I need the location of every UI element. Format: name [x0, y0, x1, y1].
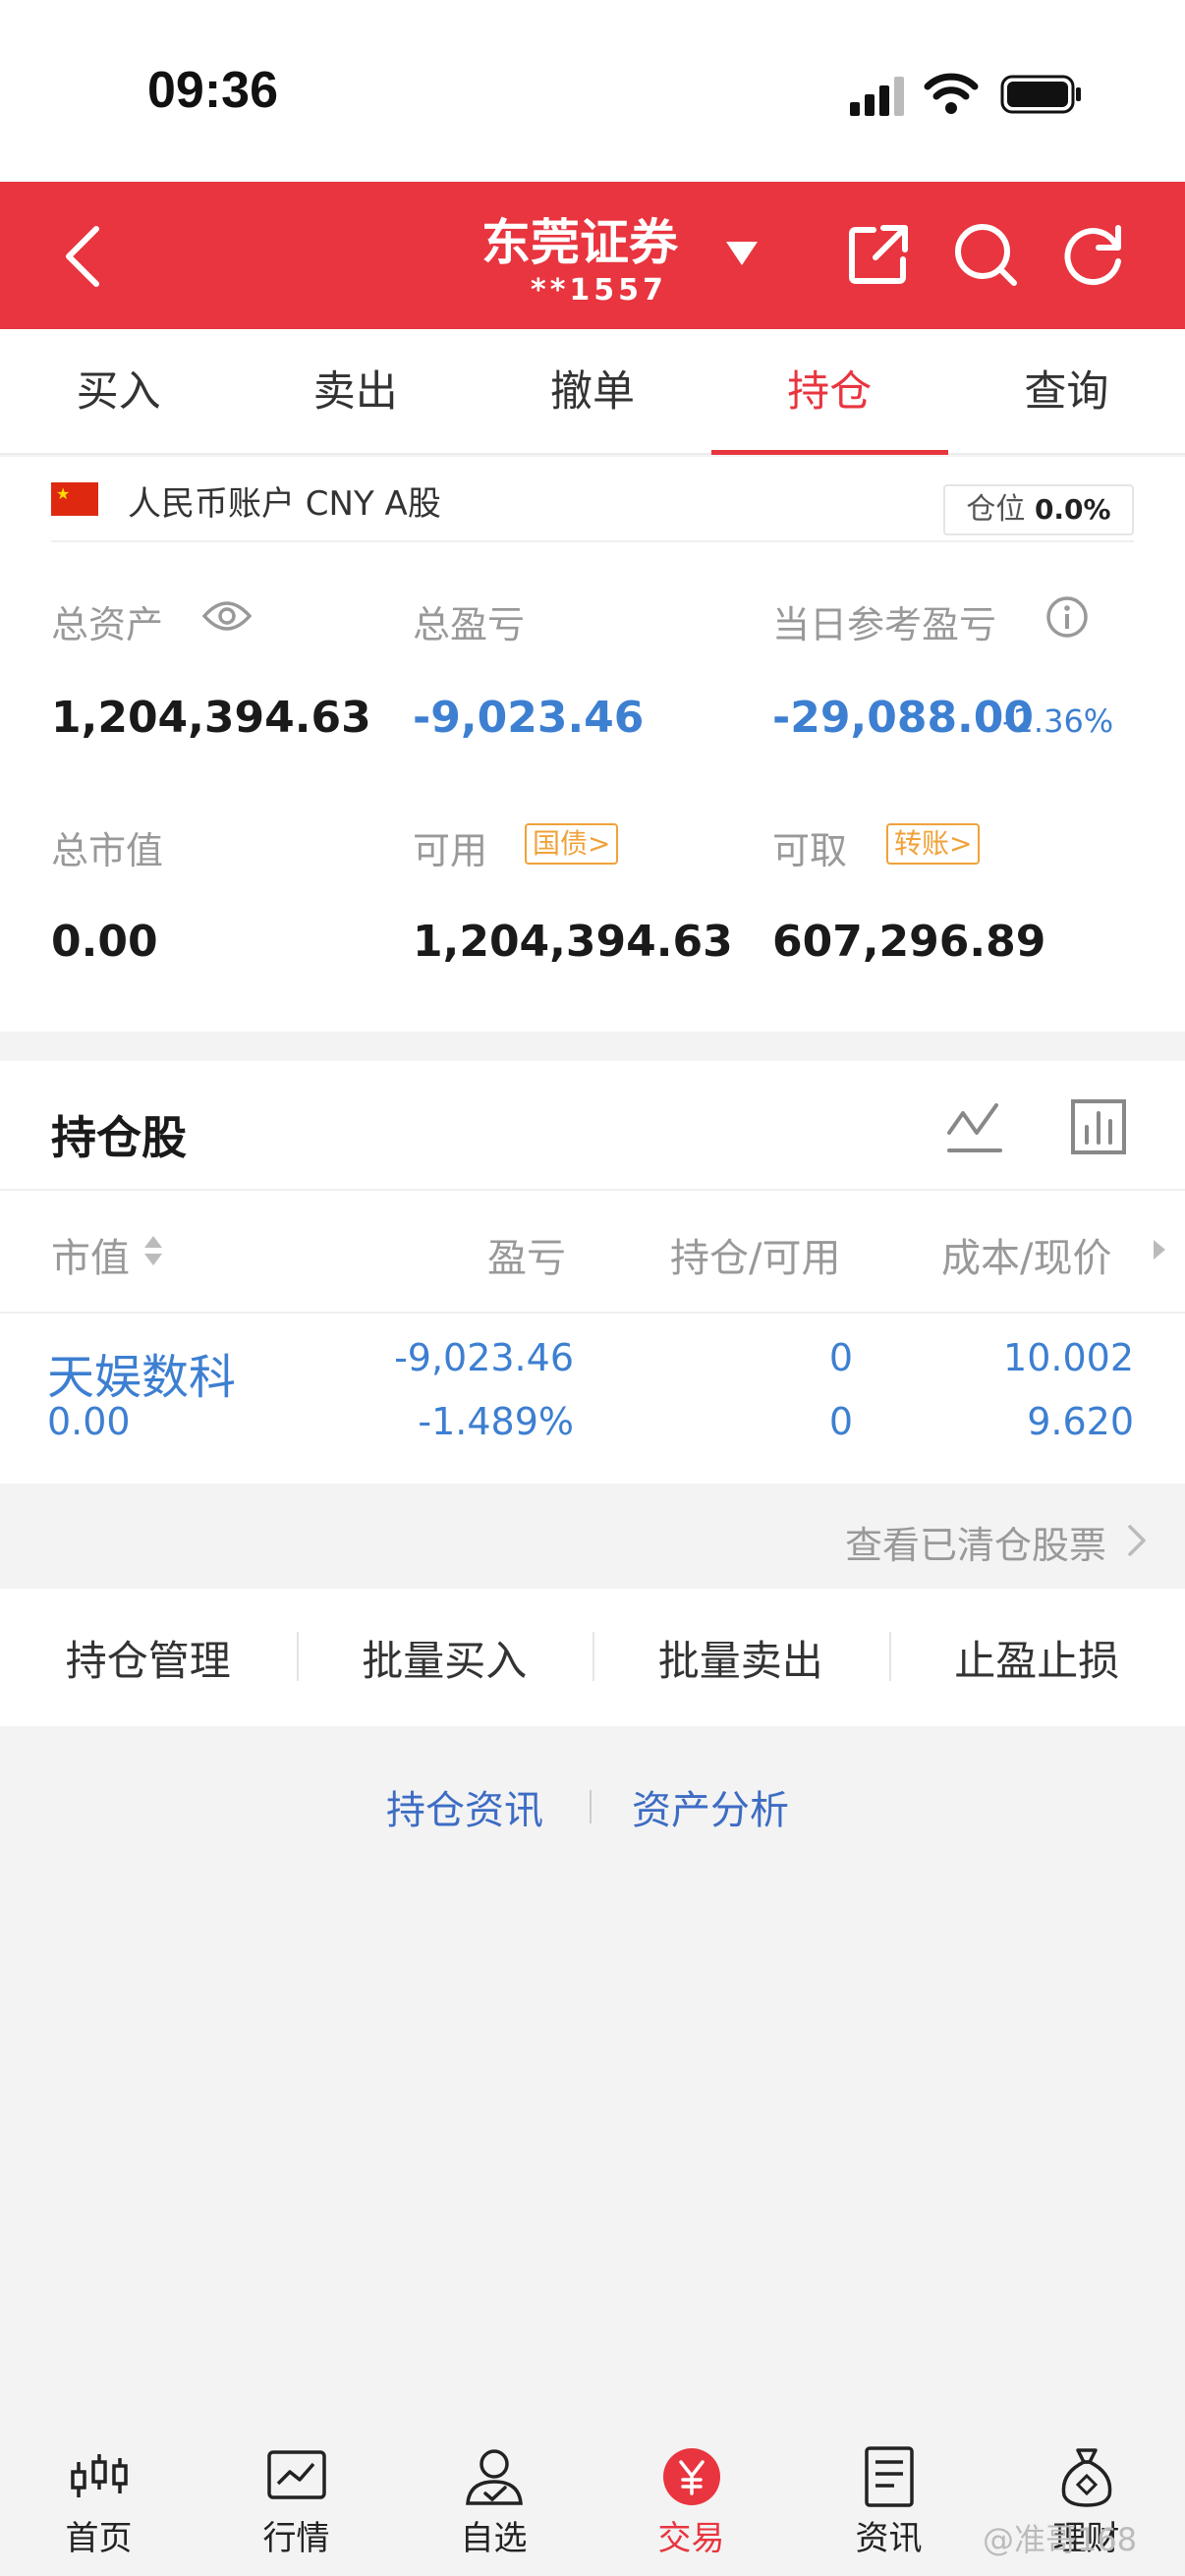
withdrawable-label: 可取 [772, 829, 848, 872]
position-value: 0.0% [1034, 493, 1111, 526]
divider [590, 1790, 592, 1823]
user-check-icon [465, 2449, 523, 2505]
chevron-right-icon [1128, 1525, 1146, 1556]
tab-cancel[interactable]: 撤单 [474, 329, 710, 453]
row-pl: -9,023.46 [394, 1336, 574, 1379]
total-assets-label: 总资产 [51, 603, 164, 646]
money-bag-icon [1061, 2448, 1111, 2507]
app-header: 东莞证券 **1557 [0, 182, 1185, 329]
divider [51, 540, 1134, 542]
nav-market[interactable]: 行情 [198, 2427, 395, 2576]
cellular-signal-icon [850, 77, 904, 116]
total-pl-value: -9,023.46 [413, 693, 645, 743]
account-row: ★ 人民币账户 CNY A股 仓位 0.0% [0, 457, 1185, 540]
position-badge: 仓位 0.0% [943, 484, 1134, 535]
nav-label: 自选 [460, 2519, 528, 2558]
line-chart-icon[interactable] [945, 1095, 1004, 1159]
column-market-value[interactable]: 市值 [51, 1226, 130, 1283]
stop-profit-loss-button[interactable]: 止盈止损 [888, 1628, 1185, 1688]
available-label: 可用 [413, 829, 488, 872]
battery-icon [1000, 75, 1081, 114]
refresh-icon[interactable] [1055, 216, 1132, 293]
document-icon [864, 2446, 914, 2507]
market-value: 0.00 [51, 917, 158, 967]
divider [0, 1312, 1185, 1314]
caret-down-icon[interactable] [722, 236, 762, 269]
scroll-right-icon[interactable] [1152, 1238, 1167, 1261]
search-icon[interactable] [947, 216, 1024, 293]
manage-positions-button[interactable]: 持仓管理 [0, 1628, 297, 1688]
row-available: 0 [828, 1400, 853, 1443]
row-market-value: 0.00 [47, 1400, 131, 1443]
row-price: 9.620 [1027, 1400, 1134, 1443]
row-cost: 10.002 [1003, 1336, 1134, 1379]
position-label: 仓位 [966, 492, 1026, 527]
daily-pl-value: -29,088.00 [772, 693, 1034, 743]
nav-home[interactable]: 首页 [0, 2427, 198, 2576]
nav-label: 首页 [65, 2519, 133, 2558]
eye-icon[interactable] [201, 596, 253, 636]
column-pl: 盈亏 [487, 1236, 566, 1281]
tab-query[interactable]: 查询 [948, 329, 1185, 453]
info-links: 持仓资讯 资产分析 [0, 1778, 1185, 1837]
row-position: 0 [828, 1336, 853, 1379]
broker-title[interactable]: 东莞证券 [481, 203, 678, 274]
daily-pl-pct: -2.36% [1002, 702, 1114, 740]
holdings-panel: 持仓股 市值 盈亏 持仓/可用 成本/现价 天娱数科 0.00 -9,023.4… [0, 1061, 1185, 1484]
nav-label: 交易 [657, 2519, 725, 2558]
divider [0, 1189, 1185, 1191]
treasury-tag-button[interactable]: 国债> [525, 823, 619, 865]
position-news-link[interactable]: 持仓资讯 [386, 1778, 543, 1835]
status-time: 09:36 [147, 62, 278, 119]
nav-trade[interactable]: 交易 [592, 2427, 790, 2576]
transfer-tag-button[interactable]: 转账> [886, 823, 981, 865]
china-flag-icon: ★ [51, 482, 98, 516]
row-pl-pct: -1.489% [418, 1400, 574, 1443]
asset-analysis-link[interactable]: 资产分析 [632, 1778, 789, 1835]
available-value: 1,204,394.63 [413, 917, 733, 967]
column-cost-price: 成本/现价 [941, 1236, 1112, 1281]
info-icon[interactable] [1045, 595, 1089, 639]
candlestick-icon [70, 2454, 128, 2497]
account-summary: ★ 人民币账户 CNY A股 仓位 0.0% 总资产 总盈亏 当日参考盈亏 1,… [0, 457, 1185, 1032]
page: 09:36 东莞证券 **1557 买入 卖出 撤单 持仓 查询 ★ 人民币账户… [0, 0, 1185, 2576]
wifi-icon [924, 73, 979, 114]
nav-watchlist[interactable]: 自选 [395, 2427, 592, 2576]
nav-news[interactable]: 资讯 [790, 2427, 988, 2576]
tab-sell[interactable]: 卖出 [237, 329, 474, 453]
withdrawable-value: 607,296.89 [772, 917, 1046, 967]
batch-buy-button[interactable]: 批量买入 [296, 1628, 593, 1688]
stock-name[interactable]: 天娱数科 [47, 1338, 236, 1407]
yuan-icon [662, 2448, 720, 2505]
column-position: 持仓/可用 [670, 1236, 841, 1281]
batch-sell-button[interactable]: 批量卖出 [592, 1628, 889, 1688]
daily-pl-label: 当日参考盈亏 [772, 603, 997, 646]
watermark: @准哥168 [983, 2521, 1138, 2558]
cleared-stocks-label: 查看已清仓股票 [844, 1524, 1106, 1567]
tab-buy[interactable]: 买入 [0, 329, 237, 453]
tab-positions[interactable]: 持仓 [710, 329, 949, 455]
account-mask: **1557 [531, 273, 667, 308]
chart-icon [266, 2450, 326, 2499]
sort-icon[interactable] [141, 1230, 166, 1271]
nav-label: 资讯 [855, 2519, 923, 2558]
bar-chart-icon[interactable] [1069, 1095, 1128, 1159]
total-pl-label: 总盈亏 [413, 603, 526, 646]
share-icon[interactable] [840, 216, 917, 293]
total-assets-value: 1,204,394.63 [51, 693, 371, 743]
trade-tabs: 买入 卖出 撤单 持仓 查询 [0, 329, 1185, 455]
back-icon[interactable] [49, 217, 118, 296]
market-value-label: 总市值 [51, 829, 164, 872]
cleared-stocks-link[interactable]: 查看已清仓股票 [0, 1485, 1185, 1589]
account-label: 人民币账户 CNY A股 [128, 484, 441, 524]
holdings-actions: 持仓管理 批量买入 批量卖出 止盈止损 [0, 1589, 1185, 1726]
nav-label: 行情 [262, 2519, 330, 2558]
status-bar: 09:36 [0, 0, 1185, 182]
holdings-title: 持仓股 [51, 1111, 187, 1164]
